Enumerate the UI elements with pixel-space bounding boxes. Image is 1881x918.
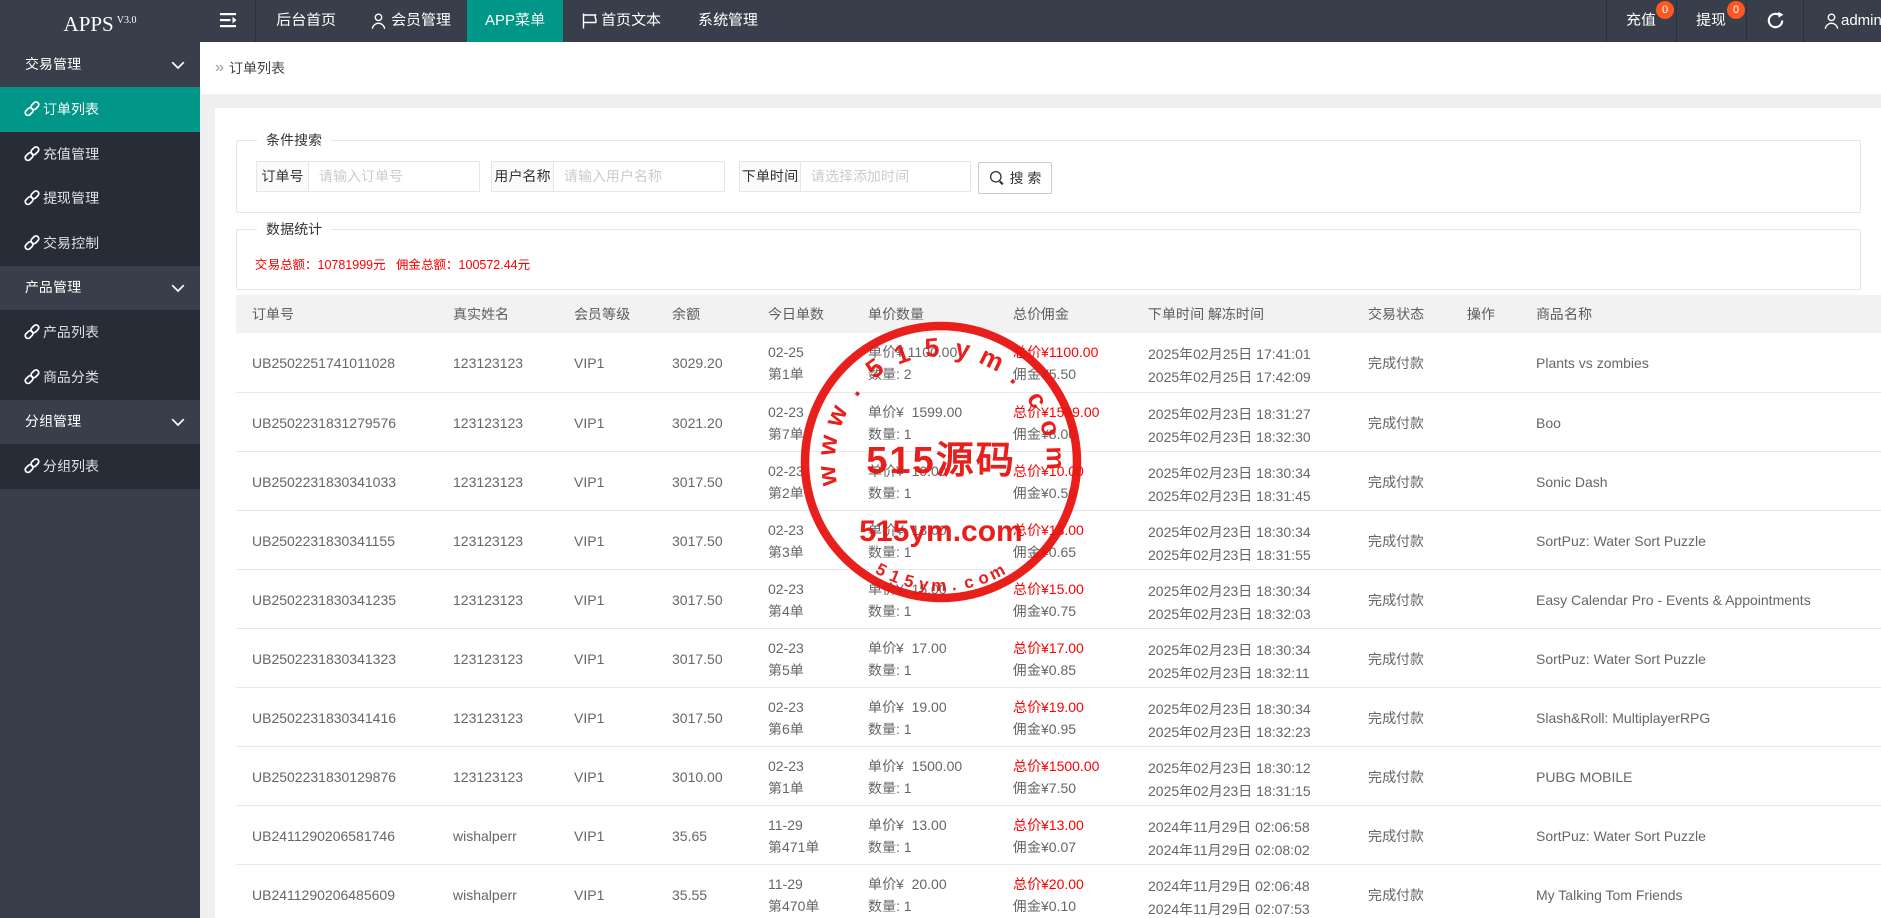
svg-text:c: c bbox=[1021, 385, 1054, 413]
svg-text:c: c bbox=[962, 572, 976, 593]
svg-text:m: m bbox=[1041, 446, 1072, 470]
svg-text:515源码: 515源码 bbox=[866, 440, 1015, 482]
svg-text:5: 5 bbox=[860, 352, 889, 385]
svg-text:w: w bbox=[818, 400, 854, 432]
svg-text:1: 1 bbox=[887, 566, 903, 587]
svg-text:5: 5 bbox=[924, 332, 941, 363]
svg-text:1: 1 bbox=[890, 337, 914, 370]
svg-text:5: 5 bbox=[872, 559, 889, 580]
svg-text:.: . bbox=[1005, 363, 1030, 390]
svg-text:y: y bbox=[953, 333, 973, 365]
svg-text:5: 5 bbox=[902, 571, 916, 592]
svg-text:w: w bbox=[811, 463, 843, 488]
svg-text:y: y bbox=[918, 574, 931, 594]
svg-text:w: w bbox=[811, 432, 844, 458]
svg-text:o: o bbox=[1034, 416, 1067, 440]
svg-text:515ym.com: 515ym.com bbox=[859, 515, 1022, 548]
svg-text:.: . bbox=[838, 377, 866, 402]
svg-text:m: m bbox=[931, 576, 946, 595]
svg-text:.: . bbox=[951, 575, 958, 594]
